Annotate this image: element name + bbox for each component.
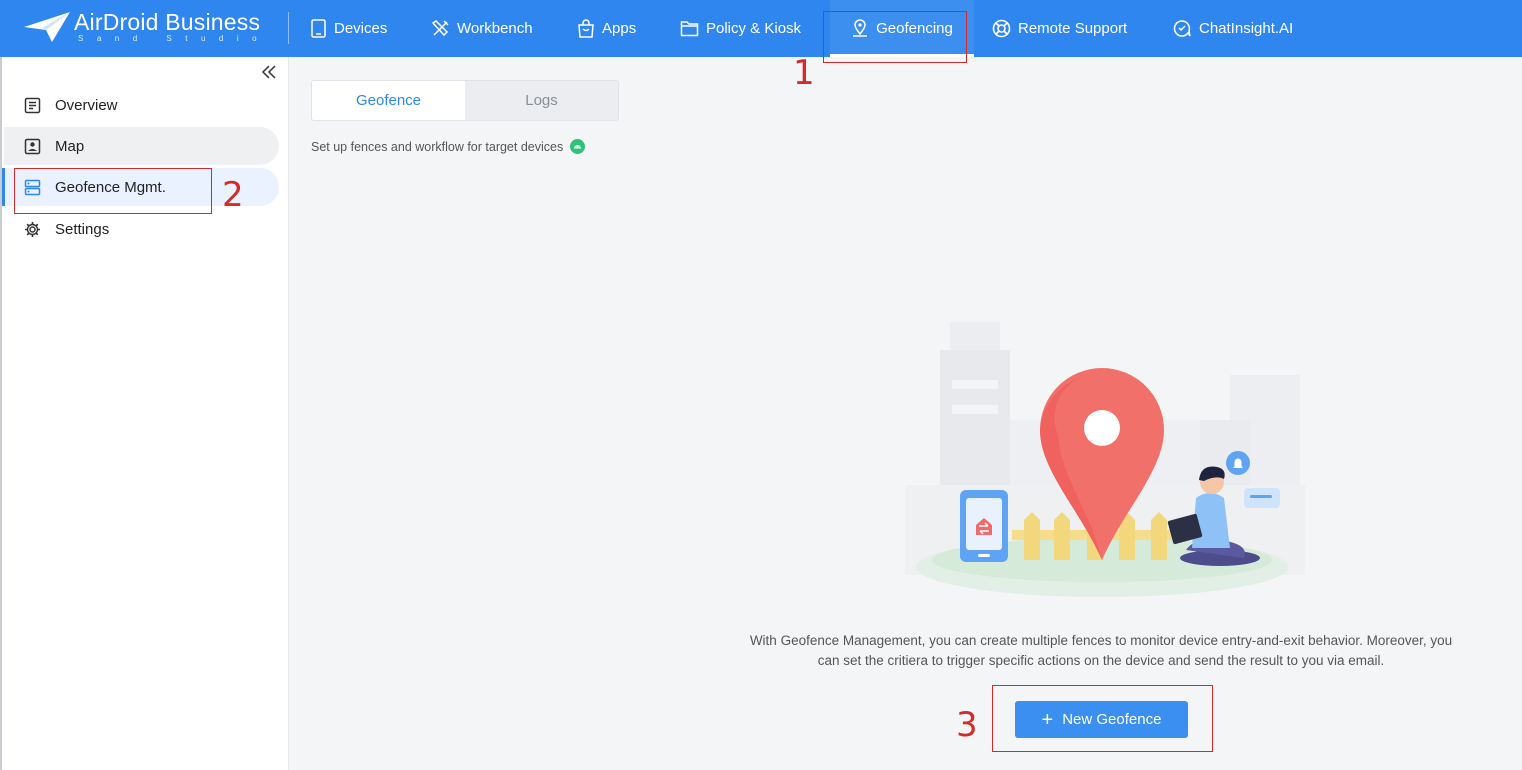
bag-icon: [578, 19, 594, 38]
description-line: can set the critiera to trigger specific…: [817, 653, 1385, 668]
airdroid-logo[interactable]: AirDroid Business Sand Studio: [22, 8, 262, 48]
nav-divider: [288, 12, 289, 44]
view-tabs: Geofence Logs: [311, 80, 619, 121]
brand-tagline: Sand Studio: [78, 34, 271, 43]
sidebar: Overview Map Geofence Mgmt. Settings: [0, 57, 289, 770]
map-badge-icon: [24, 138, 41, 154]
annotation-box-3: [992, 685, 1213, 752]
subtitle-text: Set up fences and workflow for target de…: [311, 139, 564, 154]
sidebar-item-map[interactable]: Map: [4, 127, 279, 165]
nav-label: Remote Support: [1018, 20, 1128, 37]
description-line: With Geofence Management, you can create…: [749, 633, 1453, 648]
annotation-number-2: 2: [222, 175, 244, 215]
sidebar-item-label: Map: [55, 137, 85, 155]
nav-devices[interactable]: Devices: [310, 0, 387, 57]
nav-label: Devices: [334, 20, 388, 37]
nav-label: ChatInsight.AI: [1199, 20, 1294, 37]
page-subtitle: Set up fences and workflow for target de…: [311, 139, 586, 154]
chat-ai-icon: [1173, 20, 1191, 37]
annotation-box-1: [823, 11, 967, 63]
sidebar-item-label: Settings: [55, 220, 110, 238]
geofence-empty-illustration: [905, 322, 1305, 597]
lifebuoy-icon: [992, 19, 1011, 38]
nav-workbench[interactable]: Workbench: [431, 0, 533, 57]
folder-icon: [680, 21, 699, 37]
nav-label: Apps: [602, 20, 637, 37]
nav-remote-support[interactable]: Remote Support: [992, 0, 1127, 57]
annotation-number-3: 3: [956, 705, 978, 745]
tab-geofence[interactable]: Geofence: [312, 81, 465, 120]
document-icon: [24, 97, 41, 113]
nav-label: Policy & Kiosk: [706, 20, 802, 37]
annotation-box-2: [14, 168, 212, 214]
sidebar-item-overview[interactable]: Overview: [4, 86, 279, 124]
paper-plane-icon: [24, 12, 70, 42]
sidebar-item-label: Overview: [55, 96, 118, 114]
nav-apps[interactable]: Apps: [577, 0, 636, 57]
tablet-icon: [311, 19, 326, 38]
empty-state-description: With Geofence Management, you can create…: [720, 631, 1482, 671]
top-navigation-bar: AirDroid Business Sand Studio Devices Wo…: [0, 0, 1522, 57]
tools-icon: [431, 20, 449, 37]
nav-label: Workbench: [457, 20, 533, 37]
collapse-sidebar-icon[interactable]: [261, 65, 277, 79]
nav-chatinsight[interactable]: ChatInsight.AI: [1172, 0, 1293, 57]
tab-logs[interactable]: Logs: [465, 81, 618, 120]
nav-policy-kiosk[interactable]: Policy & Kiosk: [680, 0, 801, 57]
android-icon: [570, 139, 586, 154]
annotation-number-1: 1: [793, 53, 815, 93]
gear-icon: [25, 221, 40, 237]
sidebar-item-settings[interactable]: Settings: [4, 210, 279, 248]
brand-name: AirDroid Business: [74, 9, 261, 35]
